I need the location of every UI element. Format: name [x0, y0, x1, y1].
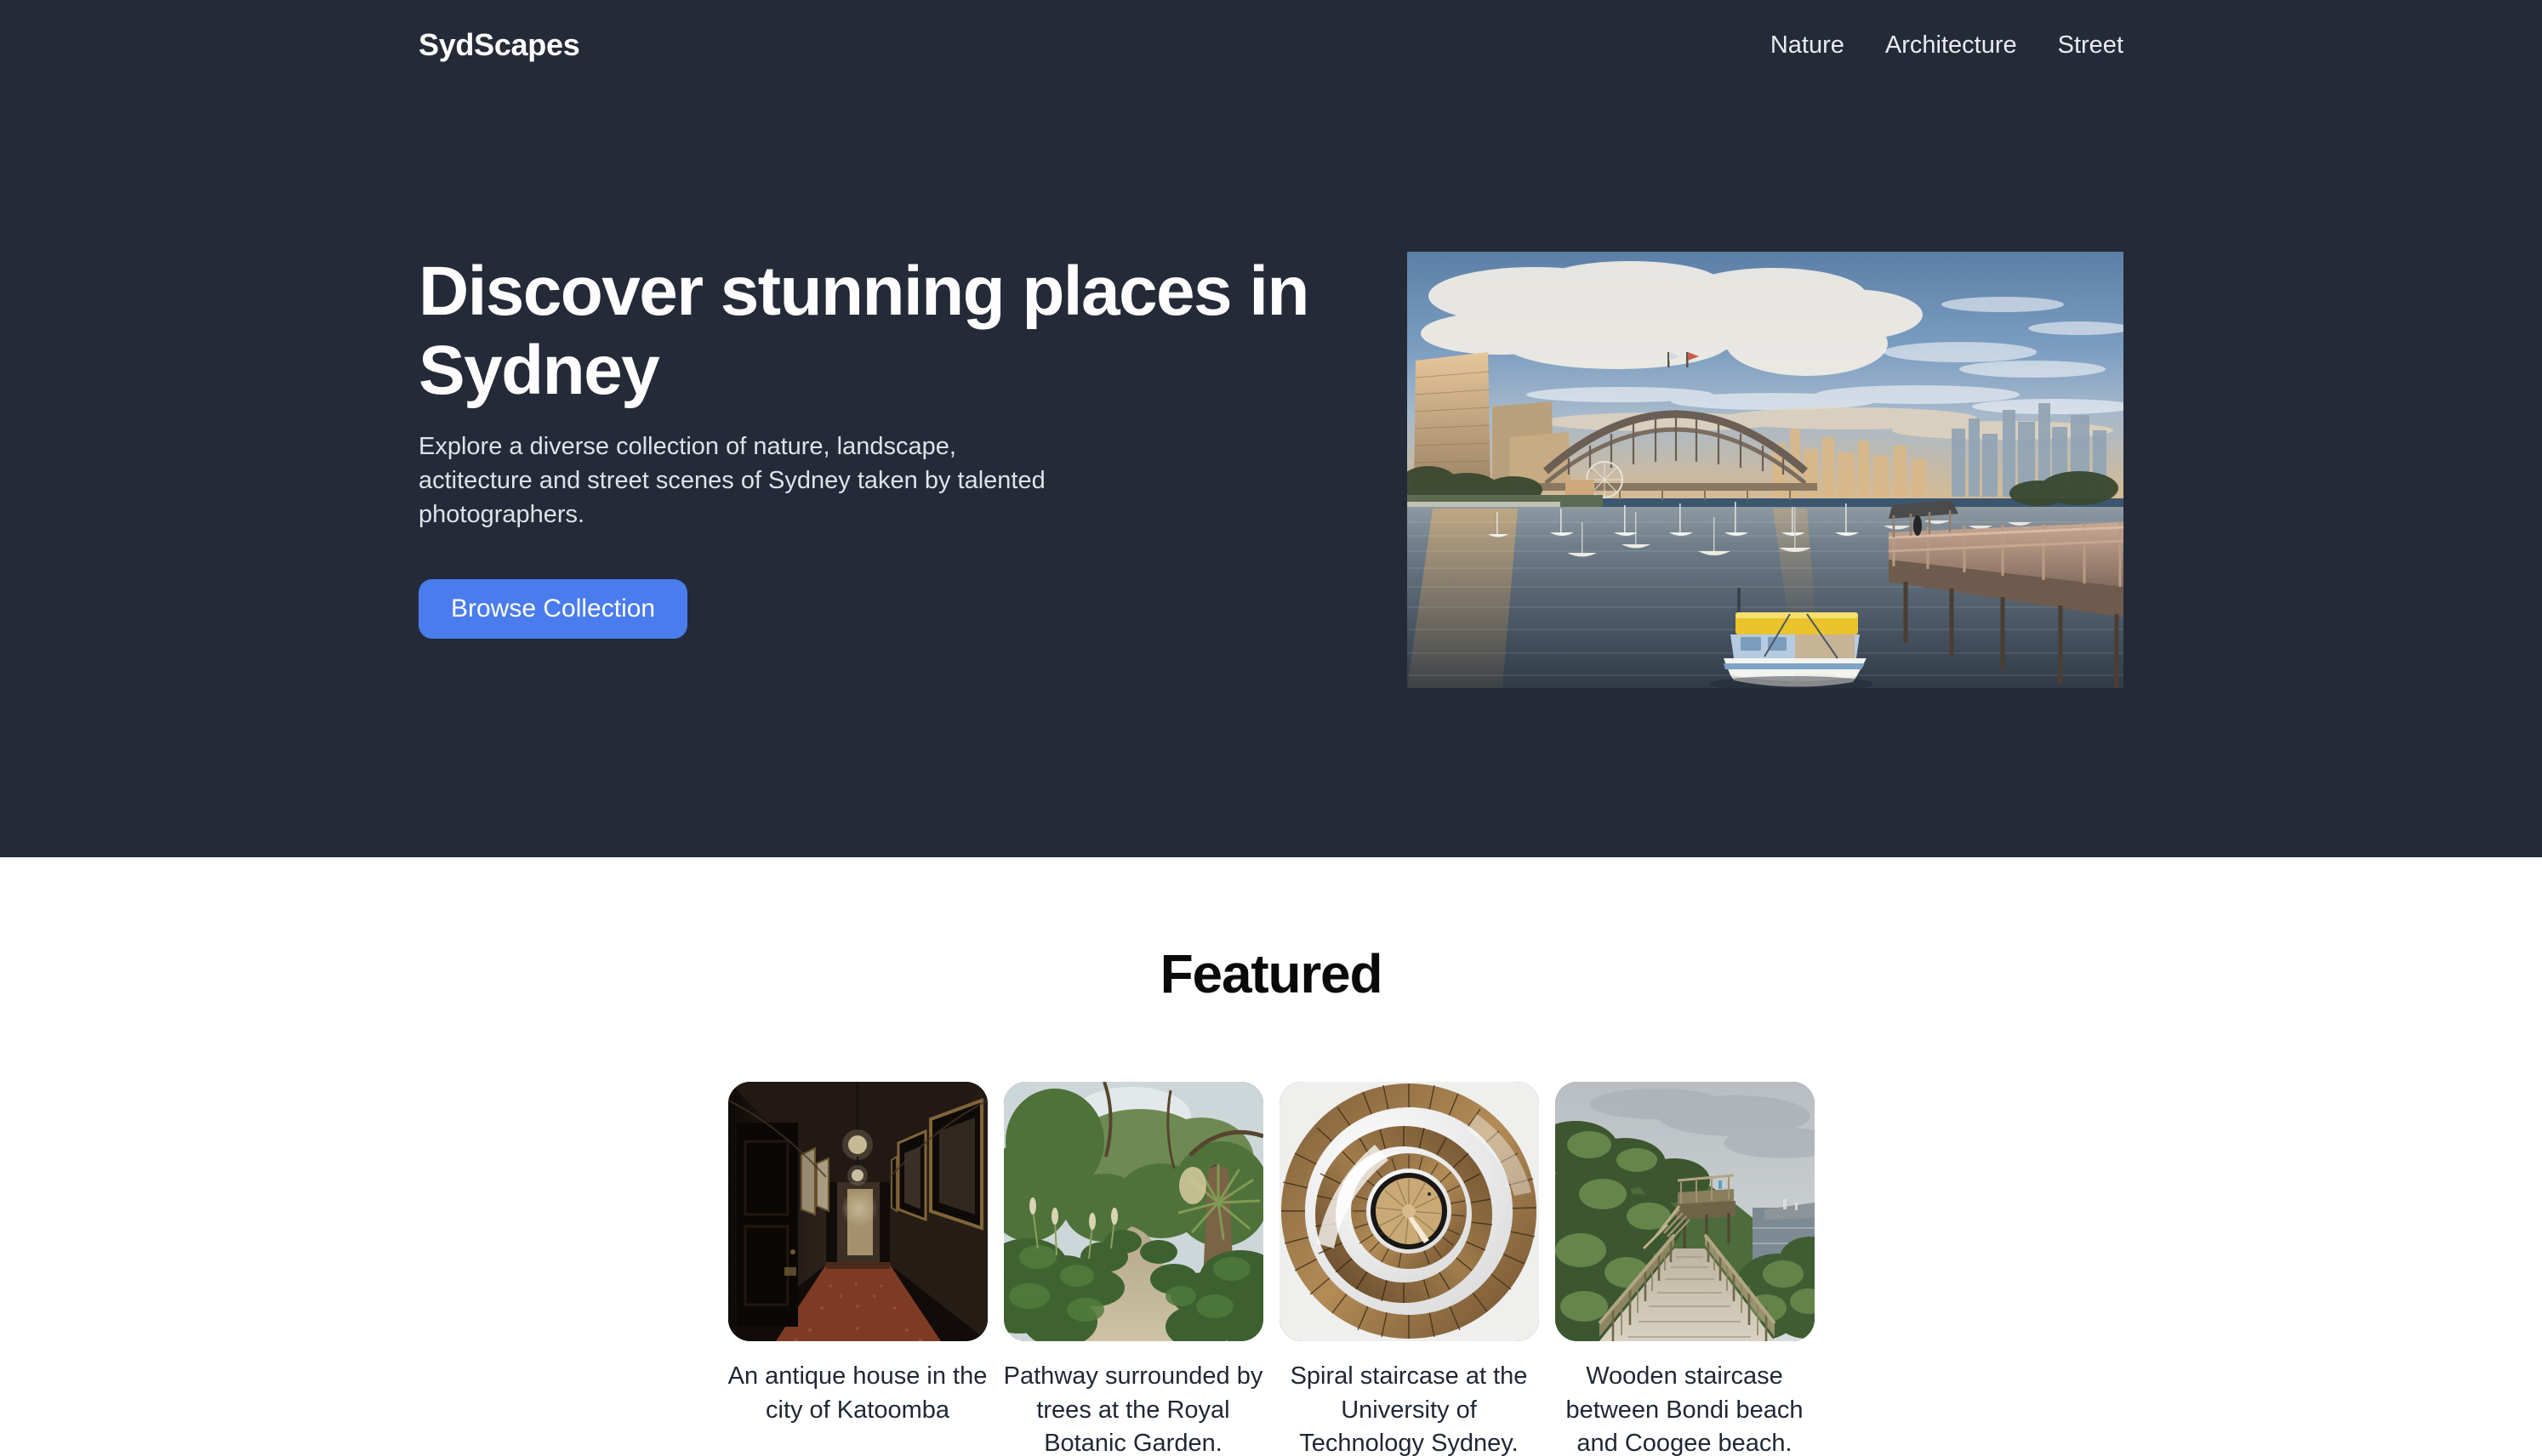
spiral-staircase-illustration	[1279, 1082, 1539, 1341]
featured-card-image-2[interactable]	[1003, 1082, 1263, 1341]
featured-heading: Featured	[1160, 943, 1383, 1004]
nav-links-group: Nature Architecture Street	[1770, 31, 2123, 60]
antique-hallway-illustration	[727, 1082, 988, 1341]
nav-item-architecture[interactable]: Architecture	[1885, 31, 2017, 60]
featured-section: Featured An antique house in the city of…	[0, 857, 2542, 1456]
hero-copy: Discover stunning places in Sydney Explo…	[419, 252, 1405, 639]
browse-collection-button[interactable]: Browse Collection	[419, 578, 688, 639]
featured-card-caption: Pathway surrounded by trees at the Royal…	[1003, 1362, 1263, 1456]
featured-cards-row: An antique house in the city of Katoomba	[0, 1082, 2542, 1456]
featured-card[interactable]: Pathway surrounded by trees at the Royal…	[1003, 1082, 1263, 1456]
hero-section: SydScapes Nature Architecture Street Dis…	[0, 0, 2542, 857]
featured-card-image-1[interactable]	[727, 1082, 988, 1341]
featured-card-caption: Wooden staircase between Bondi beach and…	[1565, 1362, 1804, 1456]
top-navigation-bar: SydScapes Nature Architecture Street	[0, 0, 2542, 90]
featured-card-image-3[interactable]	[1279, 1082, 1539, 1341]
hero-subtitle: Explore a diverse collection of nature, …	[419, 432, 1046, 528]
featured-card-caption: Spiral staircase at the University of Te…	[1290, 1362, 1528, 1456]
site-logo[interactable]: SydScapes	[419, 27, 580, 63]
featured-card[interactable]: Spiral staircase at the University of Te…	[1279, 1082, 1539, 1456]
hero-content: Discover stunning places in Sydney Explo…	[0, 252, 2542, 688]
nav-item-street[interactable]: Street	[2058, 31, 2123, 60]
featured-card[interactable]: Wooden staircase between Bondi beach and…	[1554, 1082, 1815, 1456]
featured-card[interactable]: An antique house in the city of Katoomba	[727, 1082, 988, 1456]
hero-title: Discover stunning places in Sydney	[419, 253, 1309, 410]
botanic-garden-path-illustration	[1003, 1082, 1263, 1341]
nav-item-nature[interactable]: Nature	[1770, 31, 1844, 60]
hero-image	[1407, 252, 2123, 688]
featured-card-caption: An antique house in the city of Katoomba	[727, 1362, 988, 1424]
coastal-boardwalk-illustration	[1554, 1082, 1815, 1341]
featured-card-image-4[interactable]	[1554, 1082, 1815, 1341]
hero-harbour-illustration	[1407, 252, 2123, 688]
